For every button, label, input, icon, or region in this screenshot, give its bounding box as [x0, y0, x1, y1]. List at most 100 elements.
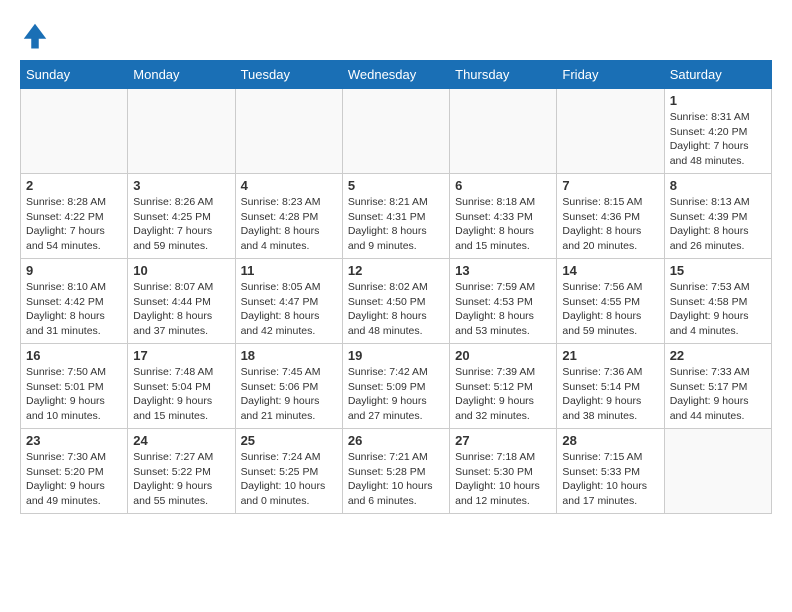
calendar-cell: [342, 89, 449, 174]
day-number: 23: [26, 433, 122, 448]
day-number: 8: [670, 178, 766, 193]
calendar-cell: 26Sunrise: 7:21 AM Sunset: 5:28 PM Dayli…: [342, 429, 449, 514]
weekday-header-monday: Monday: [128, 61, 235, 89]
calendar-cell: 11Sunrise: 8:05 AM Sunset: 4:47 PM Dayli…: [235, 259, 342, 344]
day-number: 11: [241, 263, 337, 278]
weekday-header-friday: Friday: [557, 61, 664, 89]
day-info: Sunrise: 7:45 AM Sunset: 5:06 PM Dayligh…: [241, 365, 337, 424]
logo: [20, 20, 54, 50]
calendar-cell: 14 Sunrise: 7:56 AM Sunset: 4:55 PM Dayli…: [557, 259, 664, 344]
calendar-cell: 7 Sunrise: 8:15 AM Sunset: 4:36 PM Daylig…: [557, 174, 664, 259]
day-info: Sunrise: 7:48 AM Sunset: 5:04 PM Dayligh…: [133, 365, 229, 424]
calendar-week-row: 16 Sunrise: 7:50 AM Sunset: 5:01 PM Dayli…: [21, 344, 772, 429]
calendar-cell: 8Sunrise: 8:13 AM Sunset: 4:39 PM Daylig…: [664, 174, 771, 259]
calendar-cell: [557, 89, 664, 174]
day-number: 15: [670, 263, 766, 278]
day-info: Sunrise: 8:02 AM Sunset: 4:50 PM Dayligh…: [348, 280, 444, 339]
weekday-header-tuesday: Tuesday: [235, 61, 342, 89]
day-number: 17: [133, 348, 229, 363]
day-info: Sunrise: 8:28 AM Sunset: 4:22 PM Dayligh…: [26, 195, 122, 254]
day-info: Sunrise: 7:50 AM Sunset: 5:01 PM Dayligh…: [26, 365, 122, 424]
calendar-cell: 17 Sunrise: 7:48 AM Sunset: 5:04 PM Dayli…: [128, 344, 235, 429]
day-number: 10: [133, 263, 229, 278]
day-info: Sunrise: 7:56 AM Sunset: 4:55 PM Dayligh…: [562, 280, 658, 339]
day-info: Sunrise: 7:15 AM Sunset: 5:33 PM Dayligh…: [562, 450, 658, 509]
day-number: 1: [670, 93, 766, 108]
calendar-cell: 6 Sunrise: 8:18 AM Sunset: 4:33 PM Daylig…: [450, 174, 557, 259]
day-number: 18: [241, 348, 337, 363]
calendar-cell: 9 Sunrise: 8:10 AM Sunset: 4:42 PM Daylig…: [21, 259, 128, 344]
calendar-cell: 12 Sunrise: 8:02 AM Sunset: 4:50 PM Dayli…: [342, 259, 449, 344]
calendar-cell: 1 Sunrise: 8:31 AM Sunset: 4:20 PM Daylig…: [664, 89, 771, 174]
calendar-cell: 19 Sunrise: 7:42 AM Sunset: 5:09 PM Dayli…: [342, 344, 449, 429]
weekday-header-sunday: Sunday: [21, 61, 128, 89]
weekday-header-saturday: Saturday: [664, 61, 771, 89]
calendar-cell: [450, 89, 557, 174]
day-number: 19: [348, 348, 444, 363]
day-number: 6: [455, 178, 551, 193]
day-info: Sunrise: 8:26 AM Sunset: 4:25 PM Dayligh…: [133, 195, 229, 254]
weekday-header-wednesday: Wednesday: [342, 61, 449, 89]
day-info: Sunrise: 8:31 AM Sunset: 4:20 PM Dayligh…: [670, 110, 766, 169]
day-number: 14: [562, 263, 658, 278]
day-number: 21: [562, 348, 658, 363]
calendar-week-row: 1 Sunrise: 8:31 AM Sunset: 4:20 PM Daylig…: [21, 89, 772, 174]
calendar-cell: [235, 89, 342, 174]
day-info: Sunrise: 7:39 AM Sunset: 5:12 PM Dayligh…: [455, 365, 551, 424]
calendar-cell: 24 Sunrise: 7:27 AM Sunset: 5:22 PM Dayli…: [128, 429, 235, 514]
calendar-cell: 2 Sunrise: 8:28 AM Sunset: 4:22 PM Daylig…: [21, 174, 128, 259]
day-info: Sunrise: 8:07 AM Sunset: 4:44 PM Dayligh…: [133, 280, 229, 339]
calendar-cell: 15 Sunrise: 7:53 AM Sunset: 4:58 PM Dayli…: [664, 259, 771, 344]
weekday-header-thursday: Thursday: [450, 61, 557, 89]
day-info: Sunrise: 8:10 AM Sunset: 4:42 PM Dayligh…: [26, 280, 122, 339]
day-info: Sunrise: 7:24 AM Sunset: 5:25 PM Dayligh…: [241, 450, 337, 509]
day-info: Sunrise: 7:36 AM Sunset: 5:14 PM Dayligh…: [562, 365, 658, 424]
day-info: Sunrise: 7:53 AM Sunset: 4:58 PM Dayligh…: [670, 280, 766, 339]
day-number: 9: [26, 263, 122, 278]
calendar-cell: 27 Sunrise: 7:18 AM Sunset: 5:30 PM Dayli…: [450, 429, 557, 514]
calendar-cell: 28 Sunrise: 7:15 AM Sunset: 5:33 PM Dayli…: [557, 429, 664, 514]
calendar-cell: 16 Sunrise: 7:50 AM Sunset: 5:01 PM Dayli…: [21, 344, 128, 429]
day-info: Sunrise: 8:15 AM Sunset: 4:36 PM Dayligh…: [562, 195, 658, 254]
calendar-cell: 18 Sunrise: 7:45 AM Sunset: 5:06 PM Dayli…: [235, 344, 342, 429]
day-number: 2: [26, 178, 122, 193]
page-header: [20, 20, 772, 50]
calendar-week-row: 9 Sunrise: 8:10 AM Sunset: 4:42 PM Daylig…: [21, 259, 772, 344]
day-number: 4: [241, 178, 337, 193]
day-info: Sunrise: 7:27 AM Sunset: 5:22 PM Dayligh…: [133, 450, 229, 509]
day-number: 16: [26, 348, 122, 363]
day-number: 12: [348, 263, 444, 278]
calendar-cell: 5 Sunrise: 8:21 AM Sunset: 4:31 PM Daylig…: [342, 174, 449, 259]
day-number: 28: [562, 433, 658, 448]
day-number: 3: [133, 178, 229, 193]
day-number: 22: [670, 348, 766, 363]
day-number: 24: [133, 433, 229, 448]
day-info: Sunrise: 8:18 AM Sunset: 4:33 PM Dayligh…: [455, 195, 551, 254]
calendar-cell: [128, 89, 235, 174]
calendar-cell: 3 Sunrise: 8:26 AM Sunset: 4:25 PM Daylig…: [128, 174, 235, 259]
day-number: 7: [562, 178, 658, 193]
day-info: Sunrise: 7:30 AM Sunset: 5:20 PM Dayligh…: [26, 450, 122, 509]
day-number: 20: [455, 348, 551, 363]
calendar-cell: 10 Sunrise: 8:07 AM Sunset: 4:44 PM Dayli…: [128, 259, 235, 344]
calendar-cell: [664, 429, 771, 514]
day-info: Sunrise: 7:59 AM Sunset: 4:53 PM Dayligh…: [455, 280, 551, 339]
calendar-header-row: SundayMondayTuesdayWednesdayThursdayFrid…: [21, 61, 772, 89]
calendar-week-row: 23 Sunrise: 7:30 AM Sunset: 5:20 PM Dayli…: [21, 429, 772, 514]
calendar-cell: 4 Sunrise: 8:23 AM Sunset: 4:28 PM Daylig…: [235, 174, 342, 259]
day-number: 5: [348, 178, 444, 193]
calendar-week-row: 2 Sunrise: 8:28 AM Sunset: 4:22 PM Daylig…: [21, 174, 772, 259]
calendar-table: SundayMondayTuesdayWednesdayThursdayFrid…: [20, 60, 772, 514]
calendar-cell: 25 Sunrise: 7:24 AM Sunset: 5:25 PM Dayli…: [235, 429, 342, 514]
day-number: 27: [455, 433, 551, 448]
day-number: 25: [241, 433, 337, 448]
day-info: Sunrise: 7:33 AM Sunset: 5:17 PM Dayligh…: [670, 365, 766, 424]
day-info: Sunrise: 7:18 AM Sunset: 5:30 PM Dayligh…: [455, 450, 551, 509]
day-info: Sunrise: 8:21 AM Sunset: 4:31 PM Dayligh…: [348, 195, 444, 254]
day-info: Sunrise: 8:23 AM Sunset: 4:28 PM Dayligh…: [241, 195, 337, 254]
calendar-cell: 20 Sunrise: 7:39 AM Sunset: 5:12 PM Dayli…: [450, 344, 557, 429]
calendar-cell: 22 Sunrise: 7:33 AM Sunset: 5:17 PM Dayli…: [664, 344, 771, 429]
calendar-cell: [21, 89, 128, 174]
day-info: Sunrise: 7:42 AM Sunset: 5:09 PM Dayligh…: [348, 365, 444, 424]
logo-icon: [20, 20, 50, 50]
